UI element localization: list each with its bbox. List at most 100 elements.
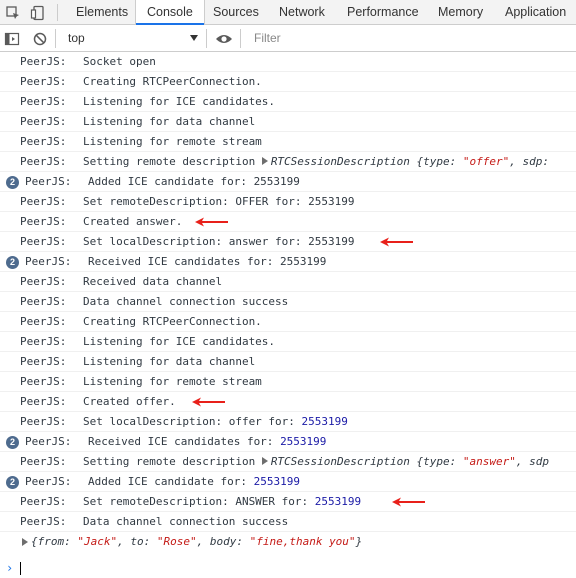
tab-memory[interactable]: Memory bbox=[428, 0, 493, 25]
sidebar-toggle-icon[interactable] bbox=[1, 26, 23, 51]
message-source: PeerJS: bbox=[20, 275, 67, 288]
tab-sources[interactable]: Sources bbox=[203, 0, 269, 25]
message-text: Created answer. bbox=[83, 215, 183, 228]
text-cursor bbox=[20, 562, 21, 575]
context-selector[interactable]: top bbox=[60, 27, 202, 49]
toolbar-separator bbox=[55, 29, 56, 48]
console-message: PeerJS: Created answer. bbox=[0, 212, 576, 232]
console-message: PeerJS: Set localDescription: offer for: … bbox=[0, 412, 576, 432]
dropdown-arrow-icon bbox=[190, 35, 198, 41]
message-source: PeerJS: bbox=[20, 415, 67, 428]
object-string-value: "offer" bbox=[462, 155, 510, 168]
message-source: PeerJS: bbox=[20, 395, 67, 408]
console-message: PeerJS: Data channel connection success bbox=[0, 292, 576, 312]
live-expression-icon[interactable] bbox=[213, 26, 235, 51]
message-text: Listening for data channel bbox=[83, 115, 256, 128]
message-text: Created offer. bbox=[83, 395, 176, 408]
message-text: Socket open bbox=[83, 55, 156, 68]
filter-input[interactable] bbox=[246, 28, 572, 48]
repeat-count-badge: 2 bbox=[6, 436, 19, 449]
message-source: PeerJS: bbox=[20, 115, 67, 128]
message-source: PeerJS: bbox=[20, 155, 67, 168]
message-text: Listening for remote stream bbox=[83, 135, 262, 148]
tab-console[interactable]: Console bbox=[135, 0, 205, 26]
message-text: Added ICE candidate for: 2553199 bbox=[88, 175, 300, 188]
message-source: PeerJS: bbox=[20, 95, 67, 108]
message-source: PeerJS: bbox=[25, 255, 72, 268]
console-message: PeerJS: Listening for data channel bbox=[0, 112, 576, 132]
console-message: PeerJS: Listening for remote stream bbox=[0, 132, 576, 152]
console-message: PeerJS: Socket open bbox=[0, 52, 576, 72]
tab-network[interactable]: Network bbox=[269, 0, 335, 25]
console-object-message: {from: "Jack", to: "Rose", body: "fine,t… bbox=[0, 532, 576, 552]
annotation-arrow-icon bbox=[192, 397, 225, 407]
annotation-arrow-icon bbox=[380, 237, 413, 247]
message-text: Data channel connection success bbox=[83, 295, 289, 308]
console-messages: PeerJS: Socket open PeerJS: Creating RTCPee… bbox=[0, 52, 576, 578]
message-text: Setting remote description RTCSessionDes… bbox=[83, 155, 549, 168]
object-string-value: "fine,thank you" bbox=[249, 535, 356, 548]
expand-triangle-icon[interactable] bbox=[261, 157, 268, 165]
message-text: Setting remote description RTCSessionDes… bbox=[83, 455, 549, 468]
console-message: 2 PeerJS: Received ICE candidates for: 255… bbox=[0, 252, 576, 272]
console-message: PeerJS: Set localDescription: answer for:… bbox=[0, 232, 576, 252]
tab-elements[interactable]: Elements bbox=[66, 0, 138, 25]
console-message: 2 PeerJS: Added ICE candidate for: 2553199 bbox=[0, 172, 576, 192]
console-toolbar: top bbox=[0, 25, 576, 52]
logged-object[interactable]: RTCSessionDescription {type: "answer", s… bbox=[271, 455, 549, 468]
message-text: Listening for ICE candidates. bbox=[83, 95, 276, 108]
console-message: PeerJS: Data channel connection success bbox=[0, 512, 576, 532]
device-toggle-icon[interactable] bbox=[27, 0, 49, 25]
message-source: PeerJS: bbox=[20, 315, 67, 328]
message-text: Set remoteDescription: OFFER for: 255319… bbox=[83, 195, 355, 208]
console-message: PeerJS: Created offer. bbox=[0, 392, 576, 412]
console-message: PeerJS: Setting remote description RTCSes… bbox=[0, 152, 576, 172]
console-message: PeerJS: Creating RTCPeerConnection. bbox=[0, 312, 576, 332]
repeat-count-badge: 2 bbox=[6, 176, 19, 189]
message-text: Listening for ICE candidates. bbox=[83, 335, 276, 348]
message-text: Received ICE candidates for: 2553199 bbox=[88, 255, 327, 268]
message-number: 2553199 bbox=[280, 435, 327, 448]
message-text: Data channel connection success bbox=[83, 515, 289, 528]
inspect-element-icon[interactable] bbox=[2, 0, 24, 25]
devtools-tab-bar: Elements Console Sources Network Perform… bbox=[0, 0, 576, 26]
console-prompt[interactable]: › bbox=[0, 558, 576, 578]
logged-object[interactable]: {from: "Jack", to: "Rose", body: "fine,t… bbox=[31, 532, 362, 552]
message-source: PeerJS: bbox=[25, 435, 72, 448]
message-source: PeerJS: bbox=[20, 135, 67, 148]
console-message: PeerJS: Creating RTCPeerConnection. bbox=[0, 72, 576, 92]
message-source: PeerJS: bbox=[20, 455, 67, 468]
message-source: PeerJS: bbox=[20, 195, 67, 208]
console-message: PeerJS: Received data channel bbox=[0, 272, 576, 292]
prompt-chevron-icon: › bbox=[6, 561, 14, 575]
toolbar-separator bbox=[206, 29, 207, 48]
console-message: PeerJS: Listening for remote stream bbox=[0, 372, 576, 392]
annotation-arrow-icon bbox=[195, 217, 228, 227]
console-message: PeerJS: Set remoteDescription: ANSWER for… bbox=[0, 492, 576, 512]
expand-triangle-icon[interactable] bbox=[22, 538, 28, 546]
message-text: Received ICE candidates for: 2553199 bbox=[88, 435, 327, 448]
tab-application[interactable]: Application bbox=[495, 0, 576, 25]
console-message: 2 PeerJS: Received ICE candidates for: 255… bbox=[0, 432, 576, 452]
repeat-count-badge: 2 bbox=[6, 476, 19, 489]
clear-console-icon[interactable] bbox=[29, 26, 51, 51]
message-text: Listening for remote stream bbox=[83, 375, 262, 388]
expand-triangle-icon[interactable] bbox=[261, 457, 268, 465]
message-source: PeerJS: bbox=[20, 295, 67, 308]
message-text: Received data channel bbox=[83, 275, 223, 288]
logged-object[interactable]: RTCSessionDescription {type: "offer", sd… bbox=[271, 155, 549, 168]
message-number: 2553199 bbox=[314, 495, 362, 508]
object-string-value: "Jack" bbox=[77, 535, 118, 548]
message-source: PeerJS: bbox=[20, 375, 67, 388]
console-message: 2 PeerJS: Added ICE candidate for: 2553199 bbox=[0, 472, 576, 492]
tab-performance[interactable]: Performance bbox=[337, 0, 429, 25]
message-source: PeerJS: bbox=[20, 235, 67, 248]
message-text: Set localDescription: offer for: 2553199 bbox=[83, 415, 348, 428]
console-message: PeerJS: Setting remote description RTCSes… bbox=[0, 452, 576, 472]
message-source: PeerJS: bbox=[20, 355, 67, 368]
message-text: Creating RTCPeerConnection. bbox=[83, 315, 262, 328]
message-source: PeerJS: bbox=[25, 475, 72, 488]
message-number: 2553199 bbox=[253, 475, 300, 488]
message-source: PeerJS: bbox=[20, 335, 67, 348]
message-source: PeerJS: bbox=[20, 55, 67, 68]
